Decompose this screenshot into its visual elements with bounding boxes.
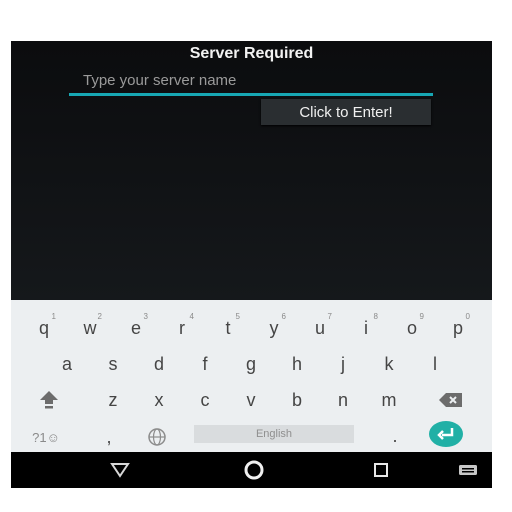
- keyboard-row-3: z x c v b n m: [11, 382, 492, 418]
- key-m[interactable]: m: [371, 382, 407, 418]
- comma-key[interactable]: ,: [91, 419, 127, 455]
- server-input-container: [69, 69, 433, 96]
- key-o[interactable]: o9: [394, 310, 430, 346]
- enter-button[interactable]: Click to Enter!: [261, 99, 431, 125]
- key-h[interactable]: h: [279, 346, 315, 382]
- globe-icon[interactable]: [139, 419, 175, 455]
- space-bar[interactable]: English: [194, 425, 354, 443]
- period-key[interactable]: .: [377, 418, 413, 454]
- keyboard-icon[interactable]: [456, 460, 480, 480]
- key-p[interactable]: p0: [440, 310, 476, 346]
- key-n[interactable]: n: [325, 382, 361, 418]
- key-x[interactable]: x: [141, 382, 177, 418]
- key-c[interactable]: c: [187, 382, 223, 418]
- key-g[interactable]: g: [233, 346, 269, 382]
- soft-keyboard: q1 w2 e3 r4 t5 y6 u7 i8 o9 p0 a s d f g …: [11, 300, 492, 452]
- app-screen: Server Required Click to Enter!: [11, 41, 492, 300]
- key-l[interactable]: l: [417, 346, 453, 382]
- home-icon[interactable]: [242, 460, 266, 480]
- server-name-input[interactable]: [69, 69, 433, 91]
- key-v[interactable]: v: [233, 382, 269, 418]
- key-b[interactable]: b: [279, 382, 315, 418]
- key-y[interactable]: y6: [256, 310, 292, 346]
- shift-icon[interactable]: [31, 382, 67, 418]
- keyboard-row-1: q1 w2 e3 r4 t5 y6 u7 i8 o9 p0: [11, 310, 492, 346]
- key-u[interactable]: u7: [302, 310, 338, 346]
- key-i[interactable]: i8: [348, 310, 384, 346]
- phone-screen: Server Required Click to Enter! q1 w2 e3…: [11, 41, 492, 488]
- key-r[interactable]: r4: [164, 310, 200, 346]
- page-title: Server Required: [189, 45, 314, 62]
- key-j[interactable]: j: [325, 346, 361, 382]
- backspace-icon[interactable]: [431, 382, 471, 418]
- key-q[interactable]: q1: [26, 310, 62, 346]
- key-f[interactable]: f: [187, 346, 223, 382]
- key-d[interactable]: d: [141, 346, 177, 382]
- enter-icon[interactable]: [429, 421, 463, 447]
- keyboard-row-2: a s d f g h j k l: [11, 346, 492, 382]
- key-w[interactable]: w2: [72, 310, 108, 346]
- recents-icon[interactable]: [369, 460, 393, 480]
- key-s[interactable]: s: [95, 346, 131, 382]
- key-z[interactable]: z: [95, 382, 131, 418]
- key-a[interactable]: a: [49, 346, 85, 382]
- key-e[interactable]: e3: [118, 310, 154, 346]
- key-k[interactable]: k: [371, 346, 407, 382]
- symbols-key[interactable]: ?1☺: [21, 419, 71, 455]
- navigation-bar: [11, 452, 492, 488]
- back-icon[interactable]: [108, 460, 132, 480]
- key-t[interactable]: t5: [210, 310, 246, 346]
